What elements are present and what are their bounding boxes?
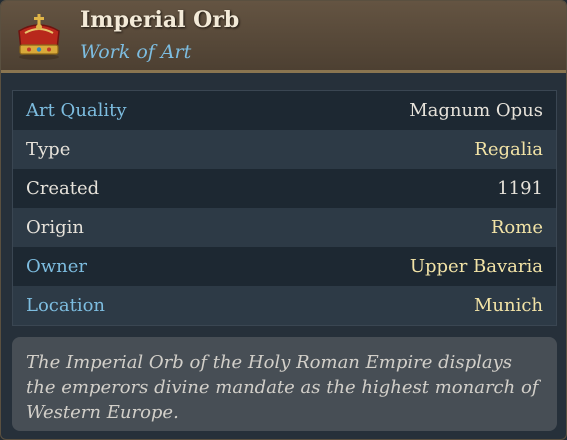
owner-label[interactable]: Owner xyxy=(26,256,87,277)
artifact-tooltip: Imperial Orb Work of Art Art Quality Mag… xyxy=(0,0,567,440)
item-category: Work of Art xyxy=(80,41,192,63)
created-value: 1191 xyxy=(497,178,543,199)
location-label[interactable]: Location xyxy=(26,295,105,316)
type-label: Type xyxy=(26,139,71,160)
attribute-row-art-quality: Art Quality Magnum Opus xyxy=(13,91,556,130)
origin-label: Origin xyxy=(26,217,84,238)
art-quality-label[interactable]: Art Quality xyxy=(26,100,127,121)
attribute-row-owner: Owner Upper Bavaria xyxy=(13,247,556,286)
type-value: Regalia xyxy=(474,139,543,160)
crown-icon xyxy=(18,14,60,60)
attribute-row-location: Location Munich xyxy=(13,286,556,325)
attribute-row-type: Type Regalia xyxy=(13,130,556,169)
location-value[interactable]: Munich xyxy=(474,295,543,316)
attribute-row-created: Created 1191 xyxy=(13,169,556,208)
tooltip-header: Imperial Orb Work of Art xyxy=(1,1,566,73)
created-label: Created xyxy=(26,178,100,199)
art-quality-value: Magnum Opus xyxy=(409,100,543,121)
origin-value: Rome xyxy=(490,217,543,238)
item-description: The Imperial Orb of the Holy Roman Empir… xyxy=(12,337,557,431)
attribute-row-origin: Origin Rome xyxy=(13,208,556,247)
item-title: Imperial Orb xyxy=(80,7,240,33)
owner-value[interactable]: Upper Bavaria xyxy=(410,256,543,277)
attributes-table: Art Quality Magnum Opus Type Regalia Cre… xyxy=(12,90,557,326)
